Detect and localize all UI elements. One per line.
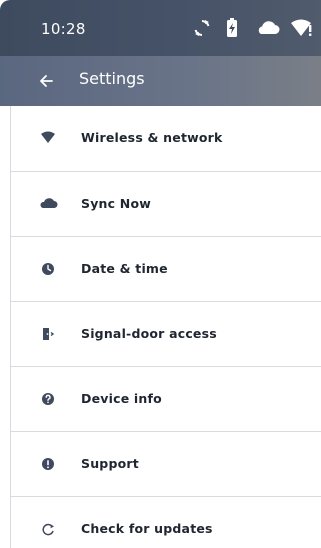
list-item-label: Wireless & network — [81, 130, 223, 145]
cloud-icon — [255, 17, 281, 43]
list-item-label: Date & time — [81, 261, 168, 276]
cloud-icon — [40, 196, 58, 212]
list-item-device-info[interactable]: Device info — [11, 367, 321, 432]
clock-icon — [40, 261, 56, 277]
status-icons — [193, 17, 321, 41]
battery-charging-icon — [226, 17, 238, 43]
list-item-sync-now[interactable]: Sync Now — [11, 172, 321, 237]
list-item-signal-door-access[interactable]: Signal-door access — [11, 302, 321, 367]
list-item-label: Check for updates — [81, 521, 213, 536]
sync-icon — [193, 17, 211, 43]
back-arrow-icon[interactable] — [38, 69, 54, 97]
list-item-date-time[interactable]: Date & time — [11, 237, 321, 302]
door-icon — [40, 326, 56, 342]
list-item-wireless-network[interactable]: Wireless & network — [11, 106, 321, 172]
status-time: 10:28 — [41, 20, 86, 38]
wifi-icon — [40, 130, 56, 146]
list-item-label: Device info — [81, 391, 162, 406]
wifi-alert-icon — [290, 17, 314, 43]
status-bar: 10:28 — [0, 0, 321, 56]
list-item-label: Signal-door access — [81, 326, 217, 341]
page-title: Settings — [79, 69, 145, 88]
list-item-support[interactable]: Support — [11, 432, 321, 497]
help-icon — [40, 391, 56, 407]
settings-screen: 10:28 Settings Wireless & network Sync N… — [0, 0, 321, 548]
list-item-check-for-updates[interactable]: Check for updates — [11, 497, 321, 548]
settings-list: Wireless & network Sync Now Date & time — [10, 106, 321, 548]
app-bar: Settings — [0, 56, 321, 106]
list-item-label: Support — [81, 456, 139, 471]
alert-icon — [40, 456, 56, 472]
list-item-label: Sync Now — [81, 196, 152, 211]
refresh-icon — [40, 521, 56, 537]
